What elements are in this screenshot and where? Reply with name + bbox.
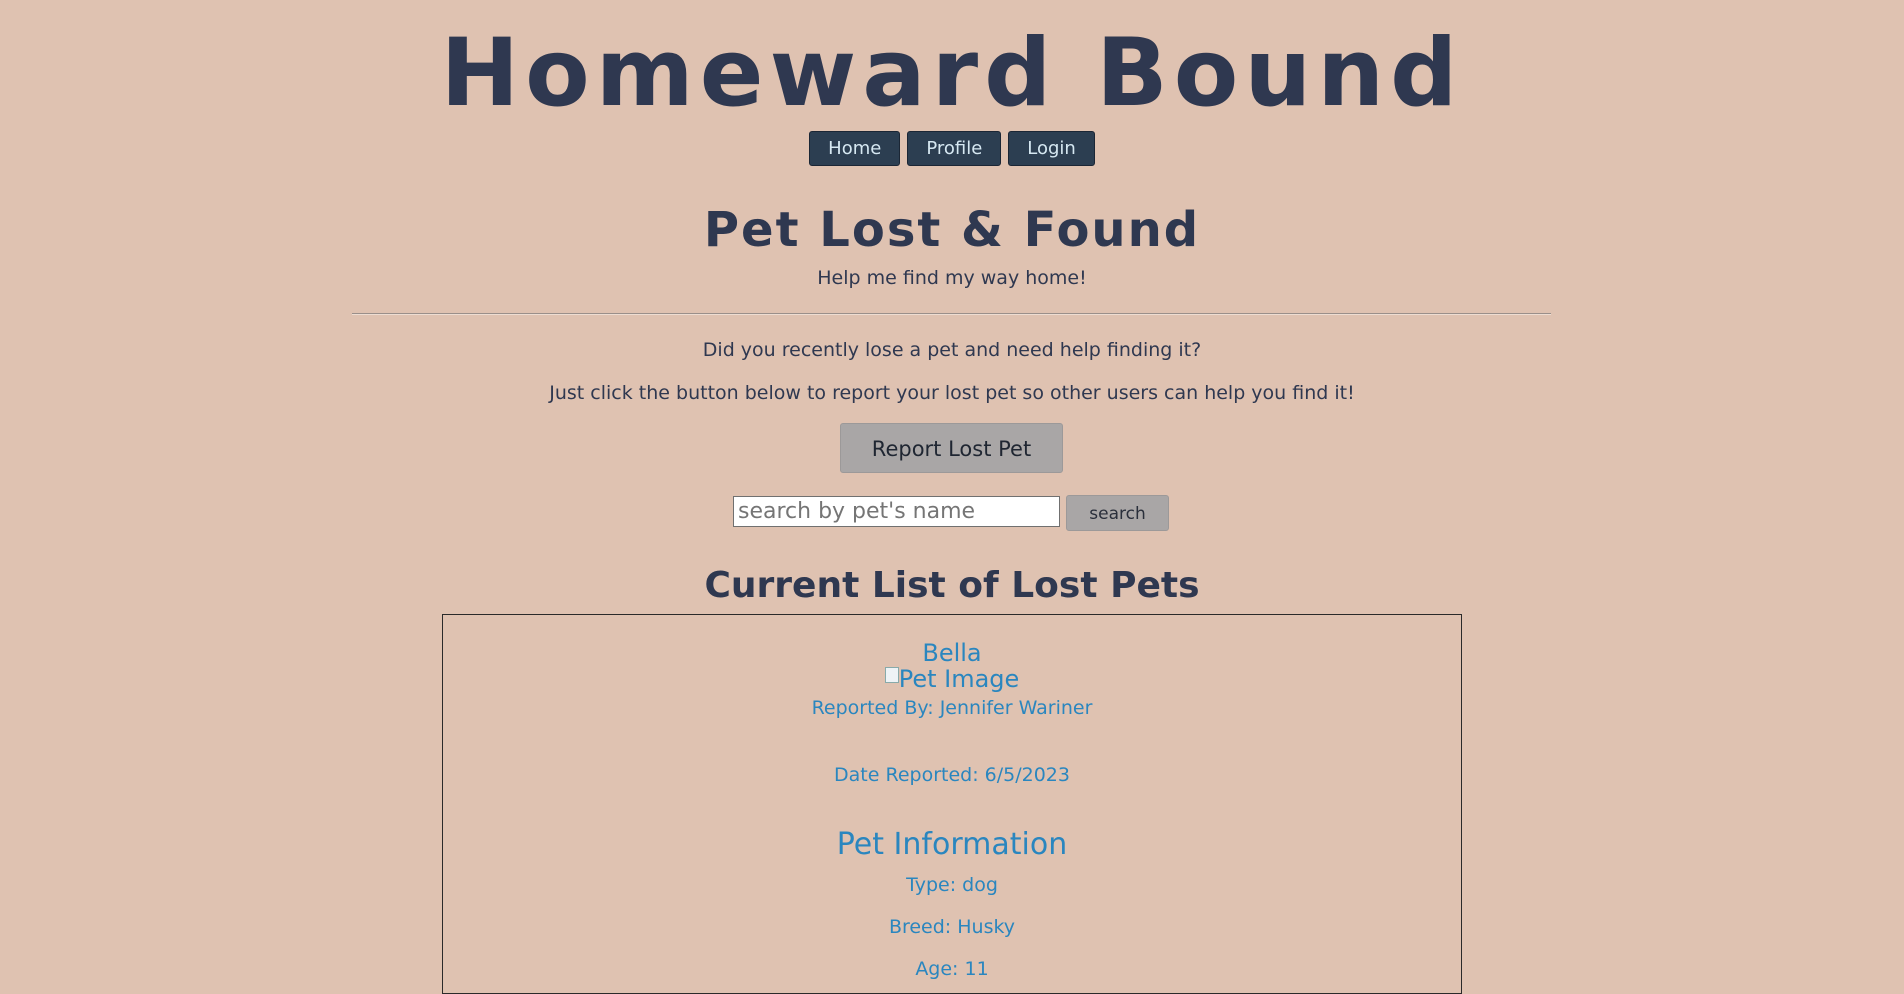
lost-pets-list-heading: Current List of Lost Pets: [704, 565, 1200, 606]
pet-age: Age: 11: [915, 958, 989, 980]
intro-question: Did you recently lose a pet and need hel…: [702, 339, 1202, 361]
pet-card: Bella Pet Image Reported By: Jennifer Wa…: [442, 614, 1462, 994]
broken-image-icon: [884, 667, 899, 683]
divider: [352, 313, 1551, 315]
search-button[interactable]: search: [1066, 495, 1169, 531]
page-heading: Pet Lost & Found: [703, 202, 1201, 258]
main-nav: Home Profile Login: [0, 131, 1904, 166]
date-reported: Date Reported: 6/5/2023: [834, 764, 1070, 786]
nav-home-button[interactable]: Home: [809, 131, 901, 166]
report-lost-pet-button[interactable]: Report Lost Pet: [840, 423, 1063, 473]
pet-information-heading: Pet Information: [836, 827, 1068, 862]
nav-login-button[interactable]: Login: [1008, 131, 1095, 166]
pet-name-search-input[interactable]: [733, 496, 1060, 527]
pet-image-alt-text: Pet Image: [898, 665, 1020, 693]
intro-instructions: Just click the button below to report yo…: [549, 382, 1355, 404]
pet-type: Type: dog: [906, 874, 998, 896]
site-title: Homeward Bound: [440, 19, 1464, 128]
nav-profile-button[interactable]: Profile: [907, 131, 1002, 166]
pet-breed: Breed: Husky: [888, 916, 1016, 938]
reported-by: Reported By: Jennifer Wariner: [811, 697, 1093, 719]
tagline: Help me find my way home!: [817, 267, 1087, 289]
pet-image: Pet Image: [443, 663, 1461, 695]
